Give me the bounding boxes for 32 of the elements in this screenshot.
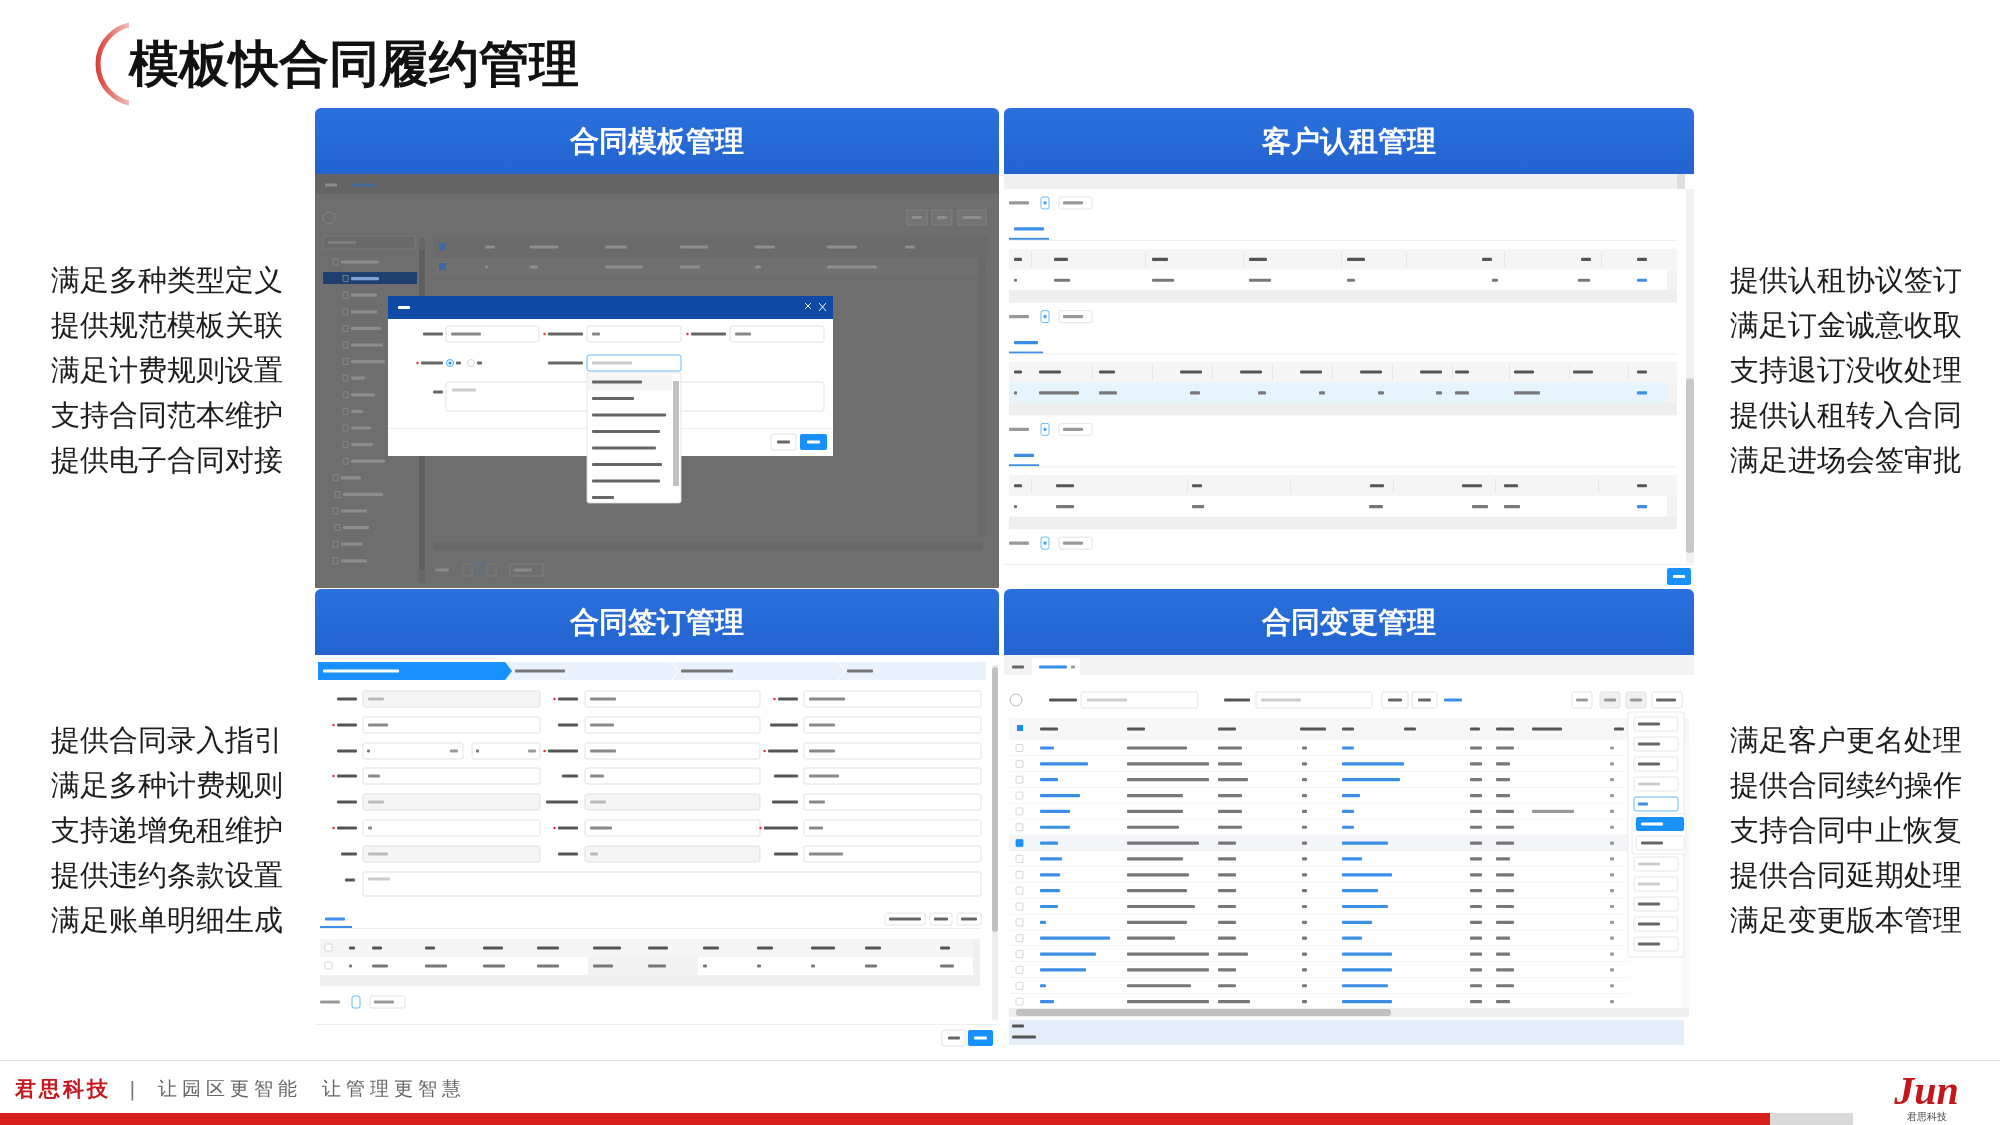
feature-text: 提供认租协议签订 (1730, 262, 1963, 299)
panel-title: 客户认租管理 (1262, 123, 1436, 159)
feature-text: 支持合同中止恢复 (1730, 812, 1963, 849)
feature-text: 提供合同录入指引 (51, 722, 284, 759)
brand-name: 君思科技 (15, 1076, 111, 1103)
feature-text: 支持合同范本维护 (51, 397, 284, 434)
feature-text: 提供合同续约操作 (1730, 767, 1963, 804)
feature-text: 满足账单明细生成 (51, 902, 284, 939)
feature-text: 提供电子合同对接 (51, 442, 284, 479)
slogan-text: 让园区更智能 (157, 1076, 302, 1101)
panel-title: 合同模板管理 (570, 123, 744, 159)
feature-text: 满足多种类型定义 (51, 262, 284, 299)
feature-text: 提供合同延期处理 (1730, 857, 1963, 894)
logo-caption: 君思科技 (1906, 1111, 1947, 1123)
feature-text: 提供认租转入合同 (1730, 397, 1963, 434)
feature-text: 提供违约条款设置 (51, 857, 284, 894)
logo-text: Jun (1894, 1071, 1959, 1111)
separator-text: | (129, 1077, 136, 1101)
feature-text: 支持退订没收处理 (1730, 352, 1963, 389)
feature-text: 满足订金诚意收取 (1730, 307, 1963, 344)
slogan-text: 让管理更智慧 (321, 1076, 466, 1101)
ring-icon (93, 21, 129, 107)
panel-title: 合同变更管理 (1262, 604, 1436, 640)
feature-text: 满足进场会签审批 (1730, 442, 1963, 479)
feature-text: 提供规范模板关联 (51, 307, 284, 344)
feature-text: 满足计费规则设置 (51, 352, 284, 389)
feature-text: 满足变更版本管理 (1730, 902, 1963, 939)
page-title: 模板快合同履约管理 (129, 36, 579, 92)
panel-title: 合同签订管理 (570, 604, 744, 640)
feature-text: 满足多种计费规则 (51, 767, 284, 804)
feature-text: 满足客户更名处理 (1730, 722, 1963, 759)
feature-text: 支持递增免租维护 (51, 812, 284, 849)
